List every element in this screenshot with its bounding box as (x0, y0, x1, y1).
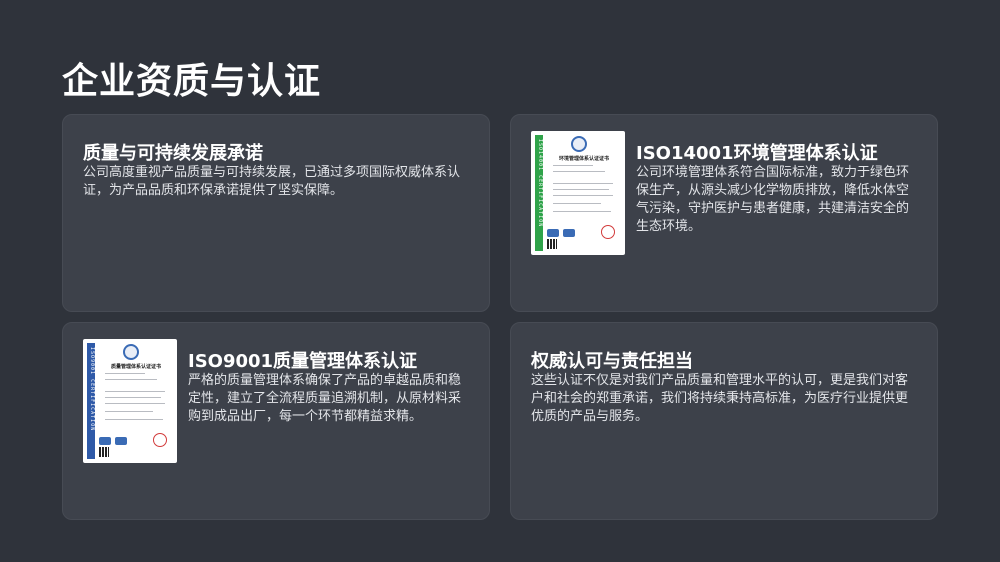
certificate-text-line (105, 391, 165, 392)
iaf-logo-icon (547, 229, 559, 237)
certificate-text-line (553, 171, 605, 172)
certificate-text-line (105, 397, 161, 398)
certificate-emblem-icon (571, 136, 587, 152)
certificate-text-line (105, 403, 165, 404)
certificate-band-text: ISO14001 CERTIFICATION (537, 139, 543, 228)
card-description: 公司高度重视产品质量与可持续发展，已通过多项国际权威体系认证，为产品品质和环保承… (83, 165, 461, 198)
card-title: ISO14001环境管理体系认证 (636, 143, 878, 164)
card-title: ISO9001质量管理体系认证 (188, 351, 418, 372)
certificate-text-line (553, 189, 609, 190)
iso14001-certificate-image: ISO14001 CERTIFICATION 环境管理体系认证证书 (531, 131, 625, 255)
certificate-text-line (105, 379, 157, 380)
certificate-heading: 环境管理体系认证证书 (558, 156, 609, 162)
iaf-logo-icon (99, 437, 111, 445)
page-title: 企业资质与认证 (62, 61, 322, 102)
card-description: 严格的质量管理体系确保了产品的卓越品质和稳定性，建立了全流程质量追溯机制，从原材… (188, 373, 462, 424)
certificate-text-line (553, 203, 601, 204)
certificate-text-line (553, 195, 613, 196)
certificate-text-line (105, 373, 145, 374)
certificate-emblem-icon (123, 344, 139, 360)
qr-code-icon (547, 239, 557, 249)
card-title: 权威认可与责任担当 (531, 351, 693, 372)
card-quality-commitment: 质量与可持续发展承诺 公司高度重视产品质量与可持续发展，已通过多项国际权威体系认… (62, 114, 490, 312)
certificate-band-text: ISO9001 CERTIFICATION (89, 347, 95, 432)
card-authority-responsibility: 权威认可与责任担当 这些认证不仅是对我们产品质量和管理水平的认可，更是我们对客户… (510, 322, 938, 520)
card-iso14001: ISO14001 CERTIFICATION 环境管理体系认证证书 ISO140… (510, 114, 938, 312)
qr-code-icon (99, 447, 109, 457)
seal-icon (601, 225, 615, 239)
card-iso9001: ISO9001 CERTIFICATION 质量管理体系认证证书 ISO9001… (62, 322, 490, 520)
certificate-text-line (105, 419, 163, 420)
certificate-text-line (105, 411, 153, 412)
accreditation-logo-icon (563, 229, 575, 237)
iso9001-certificate-image: ISO9001 CERTIFICATION 质量管理体系认证证书 (83, 339, 177, 463)
accreditation-logo-icon (115, 437, 127, 445)
card-description: 公司环境管理体系符合国际标准，致力于绿色环保生产，从源头减少化学物质排放，降低水… (636, 165, 910, 234)
certificate-text-line (553, 211, 611, 212)
card-description: 这些认证不仅是对我们产品质量和管理水平的认可，更是我们对客户和社会的郑重承诺，我… (531, 373, 909, 424)
certificate-text-line (553, 183, 613, 184)
seal-icon (153, 433, 167, 447)
certificate-text-line (553, 165, 593, 166)
certificate-heading: 质量管理体系认证证书 (110, 364, 161, 370)
card-title: 质量与可持续发展承诺 (83, 143, 263, 164)
